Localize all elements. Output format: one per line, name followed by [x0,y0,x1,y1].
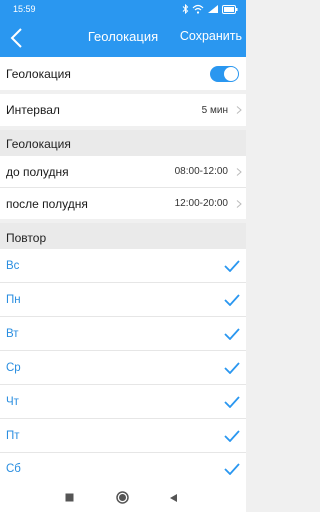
time-range-row[interactable]: после полудня 12:00-20:00 [0,188,246,219]
time-range-label: после полудня [6,196,88,211]
day-row-mon[interactable]: Пн [0,283,246,316]
geolocation-section-header: Геолокация [0,130,246,156]
wifi-icon [192,4,204,14]
interval-value: 5 мин [201,104,228,116]
time-range-row[interactable]: до полудня 08:00-12:00 [0,156,246,187]
day-label: Пн [6,293,21,306]
day-label: Пт [6,429,20,442]
interval-row[interactable]: Интервал 5 мин [0,94,246,126]
day-row-fri[interactable]: Пт [0,419,246,452]
repeat-section-header: Повтор [0,223,246,249]
day-row-sat[interactable]: Сб [0,453,246,484]
battery-icon [222,4,238,14]
day-label: Чт [6,395,19,408]
time-range-value: 08:00-12:00 [174,166,228,177]
triangle-back-icon[interactable] [169,493,178,503]
time-range-value: 12:00-20:00 [174,198,228,209]
geolocation-toggle-row: Геолокация [0,57,246,90]
checkmark-icon [224,327,240,340]
day-row-tue[interactable]: Вт [0,317,246,350]
status-time: 15:59 [13,4,36,14]
toggle-knob [224,66,238,81]
time-range-label: до полудня [6,164,69,179]
geolocation-toggle[interactable] [210,65,239,82]
geolocation-section-title: Геолокация [6,137,71,151]
checkmark-icon [224,361,240,374]
day-row-thu[interactable]: Чт [0,385,246,418]
bluetooth-icon [182,4,189,14]
checkmark-icon [224,293,240,306]
system-nav-bar [0,484,246,512]
day-label: Ср [6,361,21,374]
chevron-right-icon [236,106,242,114]
repeat-section-title: Повтор [6,231,47,245]
interval-label: Интервал [6,103,60,117]
day-row-sun[interactable]: Вс [0,249,246,282]
day-label: Вт [6,327,19,340]
checkmark-icon [224,395,240,408]
day-label: Сб [6,462,21,475]
checkmark-icon [224,462,240,475]
day-row-wed[interactable]: Ср [0,351,246,384]
checkmark-icon [224,429,240,442]
chevron-right-icon [236,167,242,176]
geolocation-toggle-label: Геолокация [6,66,71,81]
circle-icon[interactable] [116,491,129,504]
app-header: 15:59 Геолокация Сохранить [0,0,246,57]
save-button[interactable]: Сохранить [180,29,242,43]
status-bar: 15:59 [0,0,246,20]
chevron-right-icon [236,199,242,208]
day-label: Вс [6,259,20,272]
checkmark-icon [224,259,240,272]
status-icons [182,3,238,15]
square-icon[interactable] [65,493,74,502]
nav-bar: Геолокация Сохранить [0,20,246,57]
signal-icon [208,5,218,13]
